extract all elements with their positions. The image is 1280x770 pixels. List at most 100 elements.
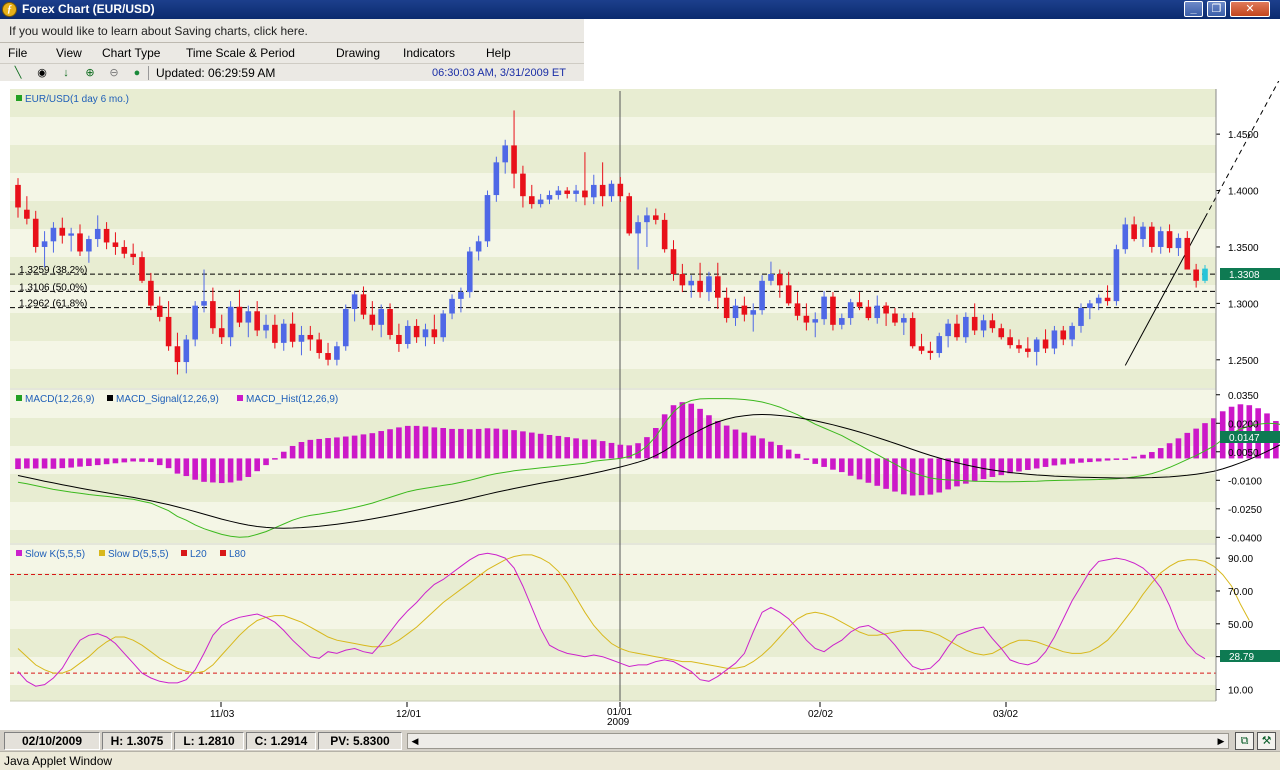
candle-body xyxy=(839,318,845,325)
macd-hist-bar xyxy=(750,435,757,459)
candle-body xyxy=(298,334,305,342)
macd-hist-bar xyxy=(280,451,287,459)
macd-hist-bar xyxy=(1042,458,1049,467)
macd-hist-bar xyxy=(289,445,296,459)
down-arrow-icon[interactable]: ↓ xyxy=(59,66,73,80)
candle-body xyxy=(546,195,553,200)
candle-body xyxy=(396,334,402,344)
candle-body xyxy=(68,233,74,236)
candle-body xyxy=(458,292,464,299)
status-dot-icon: ● xyxy=(133,67,141,79)
macd-hist-bar xyxy=(1140,454,1146,459)
macd-hist-bar xyxy=(1016,458,1022,472)
chart-band xyxy=(10,629,1216,657)
candle-body xyxy=(493,162,500,196)
candle-body xyxy=(945,323,951,337)
chart-scrollbar[interactable]: ◀ ▶ xyxy=(407,733,1229,749)
title-bar[interactable]: ƒ Forex Chart (EUR/USD) _ ❐ ✕ xyxy=(0,0,1280,19)
candle-body xyxy=(1184,237,1191,270)
candle-body xyxy=(803,315,810,323)
macd-hist-bar xyxy=(1149,452,1155,459)
candle-body xyxy=(130,253,136,258)
macd-hist-bar xyxy=(227,458,234,483)
saving-charts-link[interactable]: If you would like to learn about Saving … xyxy=(0,19,584,43)
candle-body xyxy=(1193,269,1199,281)
minimize-icon[interactable]: _ xyxy=(1184,1,1203,17)
candle-body xyxy=(670,249,677,275)
macd-hist-bar xyxy=(396,427,402,459)
macd-hist-bar xyxy=(989,458,996,477)
slow-d-legend: Slow D(5,5,5) xyxy=(108,549,169,560)
candle-body xyxy=(1131,224,1137,240)
candle-body xyxy=(927,350,934,354)
macd-hist-bar xyxy=(546,435,553,459)
menu-time-scale-period[interactable]: Time Scale & Period xyxy=(186,46,295,60)
zoom-out-icon[interactable]: ⊖ xyxy=(107,66,121,80)
candle-body xyxy=(706,276,712,293)
menu-view[interactable]: View xyxy=(56,46,82,60)
menu-file[interactable]: File xyxy=(8,46,27,60)
macd-hist-bar xyxy=(564,437,571,459)
macd-hist-bar xyxy=(901,458,907,495)
candle-body xyxy=(555,190,562,196)
candle-body xyxy=(901,318,907,323)
candle-body xyxy=(1166,231,1173,249)
macd-hist-bar xyxy=(865,458,872,483)
macd-hist-bar xyxy=(236,458,243,481)
macd-hist-bar xyxy=(272,458,278,460)
macd-hist-bar xyxy=(15,458,21,470)
candle-body xyxy=(227,306,234,338)
y-tick-label: 1.4500 xyxy=(1228,130,1259,141)
macd-hist-bar xyxy=(812,458,819,464)
price-value-label: 1.3308 xyxy=(1229,270,1260,281)
candle-body xyxy=(440,313,446,338)
candle-body xyxy=(201,301,207,306)
chart-band xyxy=(10,502,1216,530)
menu-indicators[interactable]: Indicators xyxy=(403,46,455,60)
candle-body xyxy=(387,309,393,335)
chart-band xyxy=(10,89,1216,117)
macd-hist-bar xyxy=(334,437,340,459)
menu-drawing[interactable]: Drawing xyxy=(336,46,380,60)
draw-line-icon[interactable]: ╲ xyxy=(11,66,25,80)
menu-help[interactable]: Help xyxy=(486,46,511,60)
tile-windows-icon[interactable]: ⧉ xyxy=(1235,732,1254,750)
macd-hist-bar xyxy=(316,438,322,459)
macd-hist-bar xyxy=(803,458,810,460)
macd-hist-bar xyxy=(1175,438,1182,459)
forex-chart[interactable]: 1.3259 (38.2%) 1.3106 (50.0%) 1.2962 (61.8… xyxy=(0,81,1280,729)
macd-hist-bar xyxy=(68,458,74,468)
status-bar: 02/10/2009 H: 1.3075 L: 1.2810 C: 1.2914… xyxy=(0,729,1280,751)
candle-body xyxy=(936,336,943,354)
zoom-in-icon[interactable]: ⊕ xyxy=(83,66,97,80)
chart-band xyxy=(10,229,1216,257)
crosshair-icon[interactable]: ◉ xyxy=(35,66,49,80)
candle-body xyxy=(759,280,765,311)
macd-hist-bar xyxy=(759,438,765,459)
candle-body xyxy=(1051,330,1058,349)
restore-icon[interactable]: ❐ xyxy=(1207,1,1226,17)
candle-body xyxy=(679,274,686,286)
scroll-left-icon[interactable]: ◀ xyxy=(408,734,422,748)
candle-body xyxy=(15,184,21,208)
candle-body xyxy=(156,305,163,317)
candle-body xyxy=(404,325,411,344)
status-low: L: 1.2810 xyxy=(174,732,244,750)
tools-icon[interactable]: ⚒ xyxy=(1257,732,1276,750)
candle-body xyxy=(272,324,278,343)
window-title: Forex Chart (EUR/USD) xyxy=(22,2,155,16)
candle-body xyxy=(183,339,190,363)
chart-band xyxy=(10,145,1216,173)
menu-chart-type[interactable]: Chart Type xyxy=(102,46,160,60)
status-pv: PV: 5.8300 xyxy=(318,732,402,750)
macd-hist-bar xyxy=(697,408,703,459)
candle-body xyxy=(573,190,579,194)
macd-hist-bar xyxy=(139,458,145,462)
macd-hist-bar xyxy=(511,430,517,459)
macd-hist-bar xyxy=(723,425,730,459)
macd-hist-bar xyxy=(50,458,57,469)
chart-band xyxy=(10,313,1216,341)
close-icon[interactable]: ✕ xyxy=(1230,1,1270,17)
candle-body xyxy=(723,297,730,319)
scroll-right-icon[interactable]: ▶ xyxy=(1214,734,1228,748)
